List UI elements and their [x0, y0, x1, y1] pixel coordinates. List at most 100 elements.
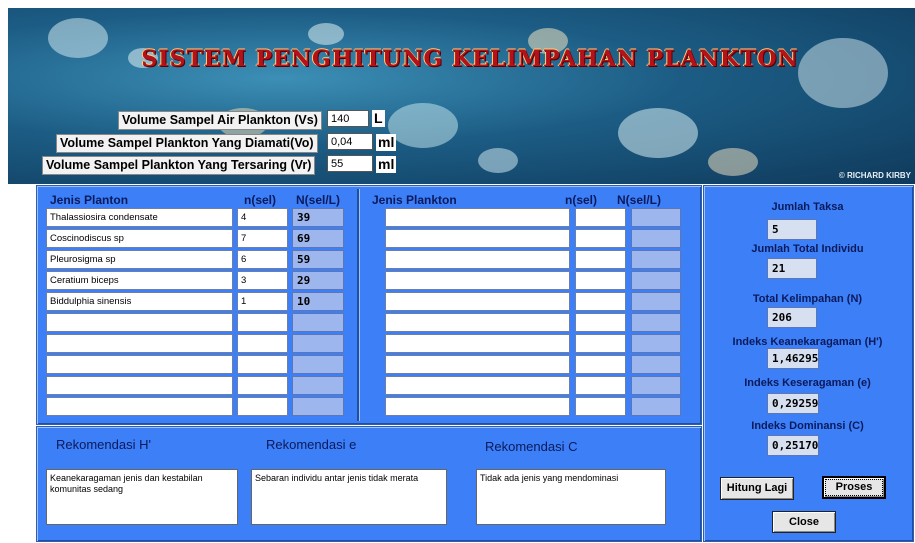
left-header-N: N(sel/L)	[296, 193, 341, 207]
table_left-N-cell	[292, 355, 344, 374]
volume-vo-label: Volume Sampel Plankton Yang Diamati(Vo)	[56, 134, 318, 153]
rekomendasi-c-label: Rekomendasi C	[485, 439, 578, 454]
table_left-n-cell[interactable]	[237, 397, 288, 416]
total-kelimpahan-value: 206	[767, 307, 817, 328]
table_left-jenis-cell[interactable]	[46, 334, 233, 353]
table_left-N-cell	[292, 334, 344, 353]
table_right-N-cell	[631, 292, 681, 311]
table_left-jenis-cell[interactable]	[46, 355, 233, 374]
left-header-jenis: Jenis Planton	[50, 193, 129, 207]
table_left-N-cell: 29	[292, 271, 344, 290]
table_right-n-cell[interactable]	[575, 229, 626, 248]
table_left-jenis-cell[interactable]: Thalassiosira condensate	[46, 208, 233, 227]
indeks-keanekaragaman-value: 1,46295	[767, 348, 819, 369]
indeks-keanekaragaman-label: Indeks Keanekaragaman (H')	[732, 336, 883, 348]
rekomendasi-e-label: Rekomendasi e	[266, 437, 357, 452]
table_right-N-cell	[631, 313, 681, 332]
table_left-jenis-cell[interactable]: Biddulphia sinensis	[46, 292, 233, 311]
table-divider	[357, 189, 359, 421]
table_right-jenis-cell[interactable]	[385, 313, 570, 332]
watermark-text: © RICHARD KIRBY	[838, 171, 911, 180]
table_left-n-cell[interactable]: 6	[237, 250, 288, 269]
app-title: SISTEM PENGHITUNG KELIMPAHAN PLANKTON	[141, 46, 799, 72]
table_right-n-cell[interactable]	[575, 355, 626, 374]
indeks-dominansi-label: Indeks Dominansi (C)	[751, 420, 864, 432]
table_left-n-cell[interactable]: 4	[237, 208, 288, 227]
table_left-jenis-cell[interactable]	[46, 313, 233, 332]
left-edge	[0, 178, 8, 543]
table_left-N-cell	[292, 397, 344, 416]
table_left-N-cell: 10	[292, 292, 344, 311]
table_right-jenis-cell[interactable]	[385, 250, 570, 269]
table_left-n-cell[interactable]: 7	[237, 229, 288, 248]
table_right-jenis-cell[interactable]	[385, 355, 570, 374]
jumlah-total-individu-value: 21	[767, 258, 817, 279]
rekomendasi-h-label: Rekomendasi H'	[56, 437, 151, 452]
table_right-jenis-cell[interactable]	[385, 208, 570, 227]
indeks-keseragaman-value: 0,29259	[767, 393, 819, 414]
table_right-jenis-cell[interactable]	[385, 376, 570, 395]
volume-vo-input[interactable]: 0,04	[327, 133, 373, 150]
jumlah-taksa-value: 5	[767, 219, 817, 240]
table_right-n-cell[interactable]	[575, 250, 626, 269]
indeks-keseragaman-label: Indeks Keseragaman (e)	[744, 377, 871, 389]
table_right-n-cell[interactable]	[575, 271, 626, 290]
table_left-jenis-cell[interactable]	[46, 376, 233, 395]
table_left-jenis-cell[interactable]: Ceratium biceps	[46, 271, 233, 290]
jumlah-total-individu-label: Jumlah Total Individu	[751, 243, 864, 255]
table_right-jenis-cell[interactable]	[385, 397, 570, 416]
table_right-jenis-cell[interactable]	[385, 229, 570, 248]
table_left-N-cell	[292, 313, 344, 332]
volume-vs-input[interactable]: 140	[327, 110, 369, 127]
table_right-N-cell	[631, 355, 681, 374]
volume-vr-unit: ml	[376, 156, 397, 173]
table_right-N-cell	[631, 250, 681, 269]
table_right-n-cell[interactable]	[575, 376, 626, 395]
volume-vs-unit: L	[372, 110, 385, 127]
table_right-N-cell	[631, 271, 681, 290]
table_right-n-cell[interactable]	[575, 397, 626, 416]
volume-vs-label: Volume Sampel Air Plankton (Vs)	[118, 111, 322, 130]
table_right-n-cell[interactable]	[575, 292, 626, 311]
proses-button[interactable]: Proses	[822, 476, 886, 499]
total-kelimpahan-label: Total Kelimpahan (N)	[752, 293, 863, 305]
table_left-N-cell	[292, 376, 344, 395]
right-header-N: N(sel/L)	[617, 193, 662, 207]
table_right-jenis-cell[interactable]	[385, 292, 570, 311]
jumlah-taksa-label: Jumlah Taksa	[771, 201, 844, 213]
right-header-jenis: Jenis Plankton	[372, 193, 457, 207]
table_right-n-cell[interactable]	[575, 208, 626, 227]
table_right-N-cell	[631, 397, 681, 416]
table_right-n-cell[interactable]	[575, 334, 626, 353]
table_right-N-cell	[631, 376, 681, 395]
table_right-n-cell[interactable]	[575, 313, 626, 332]
table_left-N-cell: 59	[292, 250, 344, 269]
table_left-jenis-cell[interactable]	[46, 397, 233, 416]
table_left-n-cell[interactable]: 3	[237, 271, 288, 290]
indeks-dominansi-value: 0,25170	[767, 435, 819, 456]
table_left-n-cell[interactable]	[237, 334, 288, 353]
rekomendasi-h-text[interactable]: Keanekaragaman jenis dan kestabilan komu…	[46, 469, 238, 525]
table_right-N-cell	[631, 208, 681, 227]
table_left-n-cell[interactable]	[237, 313, 288, 332]
table_right-jenis-cell[interactable]	[385, 271, 570, 290]
table_left-n-cell[interactable]: 1	[237, 292, 288, 311]
table_left-n-cell[interactable]	[237, 376, 288, 395]
table_left-jenis-cell[interactable]: Pleurosigma sp	[46, 250, 233, 269]
rekomendasi-c-text[interactable]: Tidak ada jenis yang mendominasi	[476, 469, 666, 525]
right-header-n: n(sel)	[565, 193, 598, 207]
table_left-jenis-cell[interactable]: Coscinodiscus sp	[46, 229, 233, 248]
left-header-n: n(sel)	[244, 193, 277, 207]
close-button[interactable]: Close	[772, 511, 836, 533]
table_left-n-cell[interactable]	[237, 355, 288, 374]
table_right-jenis-cell[interactable]	[385, 334, 570, 353]
volume-vo-unit: ml	[376, 134, 397, 151]
table_right-N-cell	[631, 229, 681, 248]
volume-vr-label: Volume Sampel Plankton Yang Tersaring (V…	[42, 156, 316, 175]
table_right-N-cell	[631, 334, 681, 353]
hitung-lagi-button[interactable]: Hitung Lagi	[720, 477, 794, 500]
rekomendasi-e-text[interactable]: Sebaran individu antar jenis tidak merat…	[251, 469, 447, 525]
volume-vr-input[interactable]: 55	[327, 155, 373, 172]
table_left-N-cell: 69	[292, 229, 344, 248]
table_left-N-cell: 39	[292, 208, 344, 227]
